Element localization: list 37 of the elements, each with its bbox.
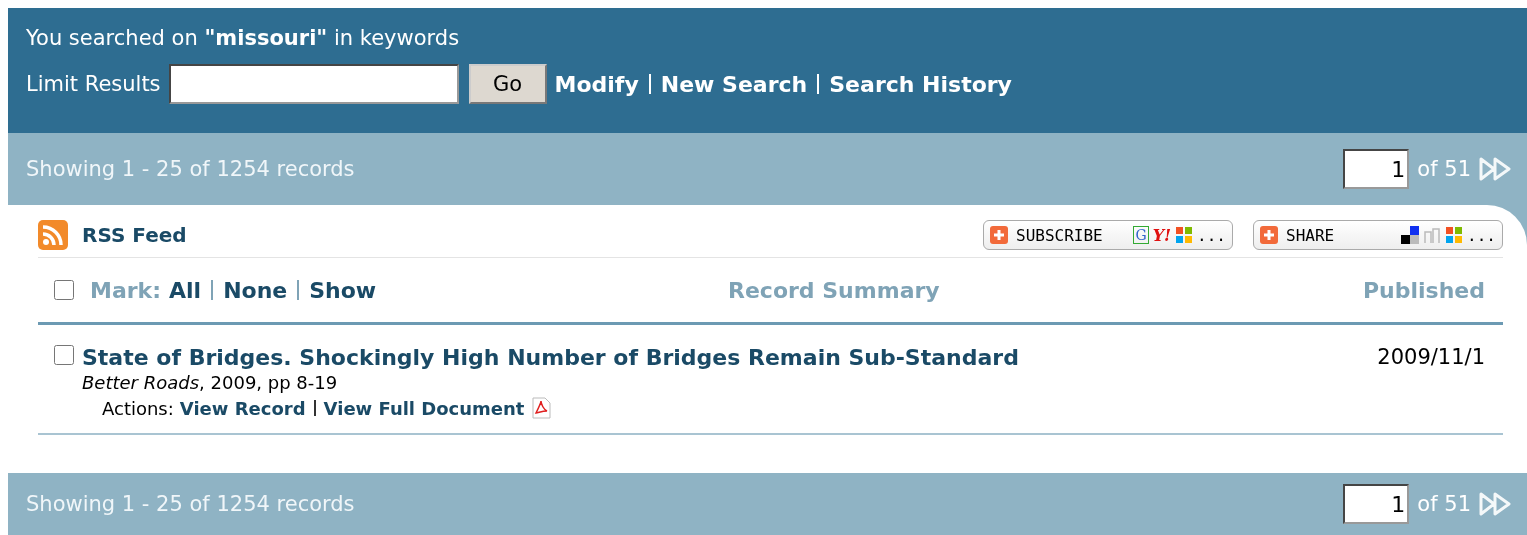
record-title[interactable]: State of Bridges. Shockingly High Number of Bridges Remain Sub-Standard	[82, 345, 1019, 370]
mark-label: Mark:	[90, 277, 162, 303]
column-header: Record Summary	[728, 277, 941, 303]
action-link[interactable]: View Full Document	[323, 397, 525, 419]
rss-link[interactable]: RSS Feed	[82, 223, 187, 247]
widget-button[interactable]: SUBSCRIBE G Y! ...	[983, 220, 1233, 250]
record-citation: Better Roads, 2009, pp 8-19	[82, 372, 339, 393]
published-date: 2009/11/1	[1377, 345, 1486, 369]
widget-button[interactable]: SHARE ...	[1253, 220, 1503, 250]
limit-field[interactable]	[168, 64, 459, 104]
pdf-icon[interactable]	[530, 397, 553, 419]
action-link[interactable]: View Record	[179, 397, 306, 419]
actions-label: Actions:	[102, 397, 174, 419]
mark-link[interactable]: All	[169, 277, 202, 303]
windows-icon	[1175, 226, 1194, 244]
record-count: Showing 1 - 25 of 1254 records	[26, 492, 355, 516]
page-field[interactable]: 1	[1343, 149, 1410, 189]
record-count: Showing 1 - 25 of 1254 records	[26, 157, 355, 181]
record-checkbox[interactable]	[54, 345, 74, 365]
search-summary: You searched on "missouri" in keywords	[26, 26, 461, 50]
squares-icon	[1401, 226, 1420, 244]
plus-icon	[990, 226, 1008, 244]
header-link[interactable]: Modify	[554, 71, 639, 97]
header-link[interactable]: Search History	[829, 71, 1012, 97]
mark-link[interactable]: None	[223, 277, 288, 303]
go-button[interactable]: Go	[468, 64, 547, 104]
column-header: Published	[1361, 277, 1486, 303]
page-field[interactable]: 1	[1343, 484, 1410, 524]
mark-checkbox[interactable]	[54, 280, 74, 300]
plus-icon	[1260, 226, 1278, 244]
rss-icon[interactable]	[38, 220, 68, 250]
page-total: of 51	[1417, 492, 1471, 516]
header-link[interactable]: New Search	[660, 71, 808, 97]
mark-link[interactable]: Show	[309, 277, 377, 303]
windows-icon	[1445, 226, 1464, 244]
limit-label: Limit Results	[26, 72, 161, 96]
page-total: of 51	[1417, 157, 1471, 181]
